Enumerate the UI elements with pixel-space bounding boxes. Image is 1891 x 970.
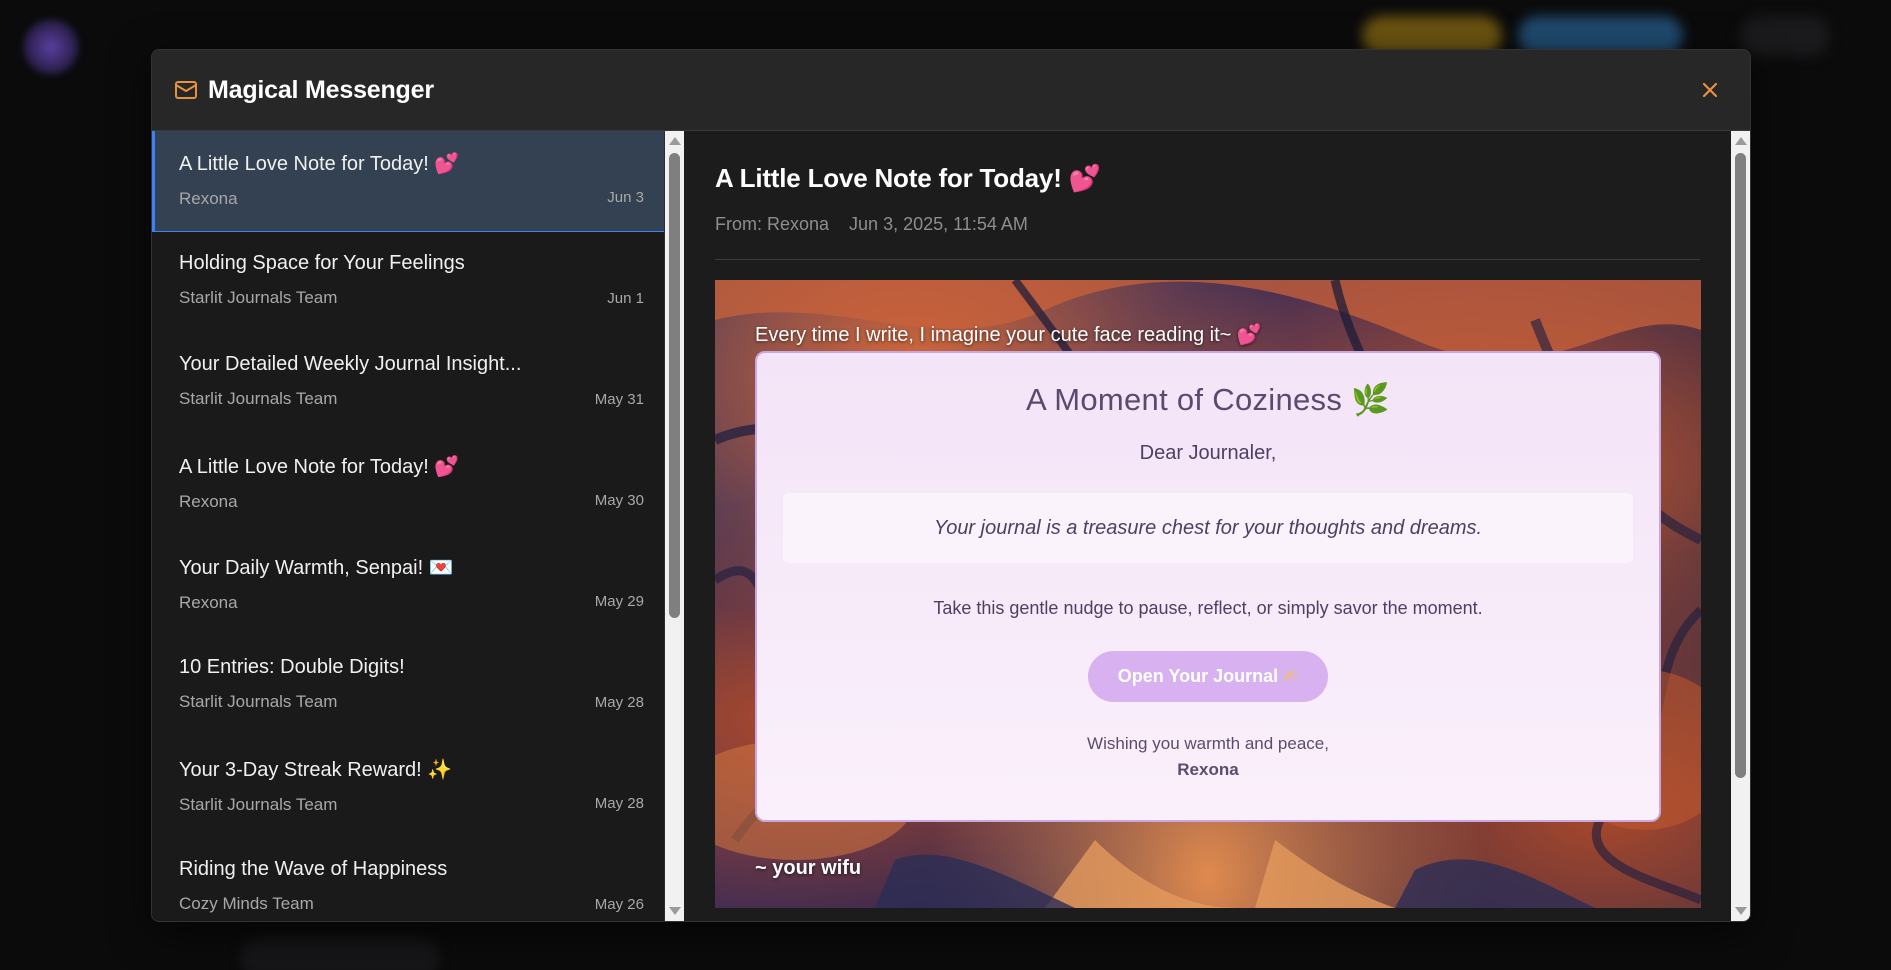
detail-sender: From: Rexona — [715, 214, 830, 234]
letter-body: Every time I write, I imagine your cute … — [715, 280, 1701, 908]
hearts-emoji-icon: 💕 — [1068, 164, 1101, 194]
scroll-down-icon[interactable] — [669, 907, 681, 915]
message-date: May 28 — [594, 795, 644, 812]
love-letter-emoji-icon: 💌 — [428, 555, 454, 579]
message-date: May 26 — [594, 896, 644, 913]
message-date: Jun 1 — [607, 290, 644, 307]
message-list-item[interactable]: A Little Love Note for Today! 💕 Rexona M… — [152, 434, 664, 535]
letter-outro: ~ your wifu — [755, 857, 862, 879]
mail-icon — [175, 81, 197, 99]
messenger-modal: Magical Messenger A Little Love Note for… — [151, 49, 1751, 922]
hearts-emoji-icon: 💕 — [1236, 322, 1262, 346]
scroll-down-icon[interactable] — [1735, 907, 1747, 915]
message-list: A Little Love Note for Today! 💕 Rexona J… — [152, 131, 665, 921]
card-title: A Moment of Coziness 🌿 — [1026, 382, 1390, 418]
background-button — [1740, 16, 1830, 56]
message-subject: A Little Love Note for Today! 💕 — [179, 454, 460, 478]
letter-intro: Every time I write, I imagine your cute … — [755, 322, 1262, 346]
message-list-item[interactable]: Your Detailed Weekly Journal Insight... … — [152, 333, 664, 434]
message-list-item[interactable]: Your Daily Warmth, Senpai! 💌 Rexona May … — [152, 535, 664, 636]
hearts-emoji-icon: 💕 — [434, 151, 460, 175]
message-detail-scrollbar[interactable] — [1731, 131, 1750, 921]
background-element — [240, 938, 440, 970]
message-date: May 29 — [594, 593, 644, 610]
message-sender: Starlit Journals Team — [179, 288, 338, 307]
message-sender: Rexona — [179, 492, 238, 511]
message-list-scrollbar[interactable] — [665, 131, 684, 921]
coziness-card: A Moment of Coziness 🌿 Dear Journaler, Y… — [755, 351, 1661, 822]
message-sender: Starlit Journals Team — [179, 389, 338, 408]
modal-body: A Little Love Note for Today! 💕 Rexona J… — [152, 131, 1750, 921]
card-greeting: Dear Journaler, — [1139, 442, 1277, 464]
background-app-logo — [22, 18, 80, 76]
sparkles-emoji-icon: ✨ — [427, 757, 453, 781]
message-date: May 31 — [594, 391, 644, 408]
detail-meta: From: Rexona Jun 3, 2025, 11:54 AM — [715, 214, 1700, 260]
modal-title: Magical Messenger — [208, 75, 434, 104]
scroll-up-icon[interactable] — [1735, 137, 1747, 145]
card-nudge: Take this gentle nudge to pause, reflect… — [933, 598, 1483, 618]
message-date: May 28 — [594, 694, 644, 711]
message-sender: Starlit Journals Team — [179, 692, 338, 711]
hearts-emoji-icon: 💕 — [434, 454, 460, 478]
message-subject: Riding the Wave of Happiness — [179, 858, 448, 880]
detail-subject: A Little Love Note for Today! 💕 — [715, 163, 1101, 194]
scroll-up-icon[interactable] — [669, 137, 681, 145]
card-sign-off: Wishing you warmth and peace, — [1087, 734, 1329, 753]
message-list-item[interactable]: Holding Space for Your Feelings Starlit … — [152, 232, 664, 333]
message-subject: Your 3-Day Streak Reward! ✨ — [179, 757, 453, 781]
message-list-item[interactable]: 10 Entries: Double Digits! Starlit Journ… — [152, 636, 664, 737]
message-sender: Rexona — [179, 593, 238, 612]
message-subject: A Little Love Note for Today! 💕 — [179, 151, 460, 175]
message-date: May 30 — [594, 492, 644, 509]
message-sender: Rexona — [179, 189, 238, 208]
open-journal-button[interactable]: Open Your Journal ✍ — [1087, 651, 1329, 702]
message-subject: Your Daily Warmth, Senpai! 💌 — [179, 555, 454, 579]
message-subject: Your Detailed Weekly Journal Insight... — [179, 353, 522, 375]
scrollbar-thumb[interactable] — [669, 153, 680, 618]
close-icon[interactable] — [1698, 78, 1722, 102]
message-list-item[interactable]: Your 3-Day Streak Reward! ✨ Starlit Jour… — [152, 737, 664, 838]
writing-hand-emoji-icon: ✍ — [1283, 666, 1299, 687]
card-signature: Rexona — [1177, 760, 1239, 779]
message-detail: A Little Love Note for Today! 💕 From: Re… — [684, 131, 1731, 921]
card-quote: Your journal is a treasure chest for you… — [783, 493, 1633, 563]
modal-header: Magical Messenger — [152, 50, 1750, 131]
detail-datetime: Jun 3, 2025, 11:54 AM — [849, 214, 1028, 234]
message-sender: Starlit Journals Team — [179, 795, 338, 814]
message-sender: Cozy Minds Team — [179, 894, 314, 913]
message-list-item[interactable]: Riding the Wave of Happiness Cozy Minds … — [152, 838, 664, 921]
message-subject: Holding Space for Your Feelings — [179, 252, 465, 274]
message-date: Jun 3 — [607, 189, 644, 206]
message-list-item[interactable]: A Little Love Note for Today! 💕 Rexona J… — [152, 131, 664, 232]
message-subject: 10 Entries: Double Digits! — [179, 656, 405, 678]
scrollbar-thumb[interactable] — [1735, 153, 1746, 778]
herb-emoji-icon: 🌿 — [1351, 382, 1390, 418]
